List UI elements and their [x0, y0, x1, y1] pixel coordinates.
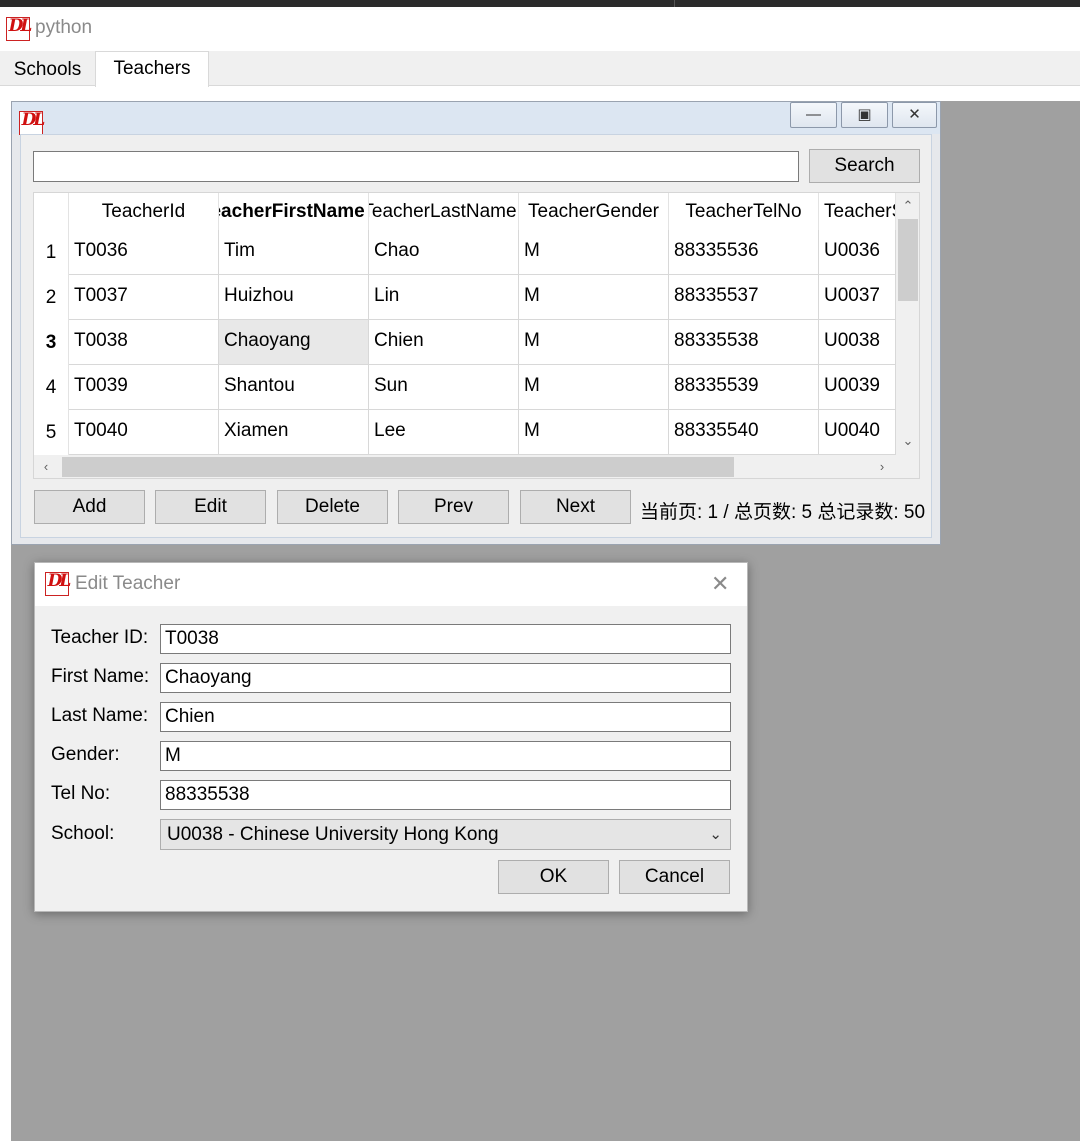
row-header[interactable]: 1 [34, 230, 69, 275]
table-cell[interactable]: U0036 [819, 230, 896, 275]
restore-button[interactable]: ▣ [841, 102, 888, 128]
row-header[interactable]: 5 [34, 410, 69, 455]
table-cell[interactable]: T0036 [69, 230, 219, 275]
table-cell-selected[interactable]: Chaoyang [219, 320, 369, 365]
column-header[interactable]: TeacherTelNo [669, 193, 819, 230]
ok-button[interactable]: OK [498, 860, 609, 894]
os-top-bar [0, 0, 1080, 7]
table-cell[interactable]: Lin [369, 275, 519, 320]
tel-no-field[interactable]: 88335538 [160, 780, 731, 810]
vertical-scrollbar[interactable]: ⌃ ⌄ [896, 193, 919, 455]
table-cell[interactable]: Chien [369, 320, 519, 365]
dialog-logo-icon [45, 571, 70, 596]
top-bar-divider [674, 0, 675, 7]
school-label: School: [51, 823, 115, 844]
subwindow-logo-icon [19, 110, 44, 135]
page-info: 当前页: 1 / 总页数: 5 总记录数: 50 [640, 502, 926, 523]
scroll-down-icon[interactable]: ⌄ [896, 431, 919, 451]
tab-teachers[interactable]: Teachers [95, 51, 209, 87]
tab-bar: Schools Teachers [0, 51, 1080, 87]
scroll-right-icon[interactable]: › [872, 457, 892, 477]
table-cell[interactable]: M [519, 230, 669, 275]
scroll-up-icon[interactable]: ⌃ [896, 196, 919, 216]
search-button[interactable]: Search [809, 149, 920, 183]
first-name-label: First Name: [51, 666, 150, 687]
scroll-corner [896, 455, 919, 478]
table-cell[interactable]: U0039 [819, 365, 896, 410]
teacher-id-label: Teacher ID: [51, 627, 149, 648]
table-cell[interactable]: Shantou [219, 365, 369, 410]
column-header[interactable]: TeacherSchoolId [819, 193, 896, 230]
table-cell[interactable]: U0037 [819, 275, 896, 320]
column-header[interactable]: TeacherGender [519, 193, 669, 230]
teacher-id-field[interactable]: T0038 [160, 624, 731, 654]
close-button[interactable]: ✕ [892, 102, 937, 128]
column-header[interactable]: TeacherFirstName [219, 193, 369, 230]
add-button[interactable]: Add [34, 490, 145, 524]
last-name-field[interactable]: Chien [160, 702, 731, 732]
chevron-down-icon: ⌄ [709, 826, 722, 843]
scroll-left-icon[interactable]: ‹ [36, 457, 56, 477]
school-select-value: U0038 - Chinese University Hong Kong [167, 824, 499, 845]
gender-field[interactable]: M [160, 741, 731, 771]
table-cell[interactable]: U0038 [819, 320, 896, 365]
teachers-table: TeacherId TeacherFirstName TeacherLastNa… [33, 192, 920, 479]
dialog-title: Edit Teacher [75, 573, 181, 594]
table-cell[interactable]: 88335536 [669, 230, 819, 275]
table-cell[interactable]: 88335540 [669, 410, 819, 455]
table-cell[interactable]: Lee [369, 410, 519, 455]
table-cell[interactable]: Xiamen [219, 410, 369, 455]
row-header[interactable]: 2 [34, 275, 69, 320]
subwindow-body: Search TeacherId TeacherFirstName Teache… [20, 134, 932, 538]
column-header[interactable]: TeacherLastName [369, 193, 519, 230]
table-cell[interactable]: 88335538 [669, 320, 819, 365]
table-cell[interactable]: T0038 [69, 320, 219, 365]
close-icon[interactable]: ✕ [711, 571, 729, 597]
edit-teacher-dialog: Edit Teacher ✕ Teacher ID: T0038 First N… [34, 562, 748, 912]
school-select[interactable]: U0038 - Chinese University Hong Kong ⌄ [160, 819, 731, 850]
table-cell[interactable]: T0037 [69, 275, 219, 320]
row-header[interactable]: 4 [34, 365, 69, 410]
table-cell[interactable]: Tim [219, 230, 369, 275]
table-cell[interactable]: M [519, 410, 669, 455]
minimize-button[interactable]: — [790, 102, 837, 128]
table-corner[interactable] [34, 193, 69, 230]
first-name-field[interactable]: Chaoyang [160, 663, 731, 693]
app-title: python [35, 17, 93, 38]
column-header[interactable]: TeacherId [69, 193, 219, 230]
vertical-scroll-thumb[interactable] [898, 219, 918, 301]
delete-button[interactable]: Delete [277, 490, 388, 524]
table-cell[interactable]: T0040 [69, 410, 219, 455]
row-header-current[interactable]: 3 [34, 320, 69, 365]
prev-button[interactable]: Prev [398, 490, 509, 524]
table-cell[interactable]: M [519, 365, 669, 410]
horizontal-scrollbar[interactable]: ‹ › [34, 455, 896, 478]
tab-schools[interactable]: Schools [0, 51, 95, 86]
table-cell[interactable]: U0040 [819, 410, 896, 455]
subwindow-content: Search TeacherId TeacherFirstName Teache… [21, 135, 931, 537]
table-cell[interactable]: M [519, 275, 669, 320]
edit-button[interactable]: Edit [155, 490, 266, 524]
horizontal-scroll-thumb[interactable] [62, 457, 734, 477]
table-cell[interactable]: 88335537 [669, 275, 819, 320]
table-cell[interactable]: T0039 [69, 365, 219, 410]
teachers-subwindow: — ▣ ✕ Search TeacherId TeacherFirstName … [11, 101, 941, 545]
last-name-label: Last Name: [51, 705, 149, 726]
gender-label: Gender: [51, 744, 120, 765]
cancel-button[interactable]: Cancel [619, 860, 730, 894]
table-cell[interactable]: M [519, 320, 669, 365]
search-input[interactable] [33, 151, 799, 182]
table-cell[interactable]: Chao [369, 230, 519, 275]
subwindow-title-bar[interactable]: — ▣ ✕ [12, 102, 940, 135]
table-cell[interactable]: Sun [369, 365, 519, 410]
app-title-bar: python [0, 7, 1080, 51]
next-button[interactable]: Next [520, 490, 631, 524]
table-cell[interactable]: Huizhou [219, 275, 369, 320]
tel-no-label: Tel No: [51, 783, 111, 804]
table-cell[interactable]: 88335539 [669, 365, 819, 410]
dialog-title-bar[interactable]: Edit Teacher ✕ [35, 563, 747, 606]
app-logo-icon [6, 16, 31, 41]
